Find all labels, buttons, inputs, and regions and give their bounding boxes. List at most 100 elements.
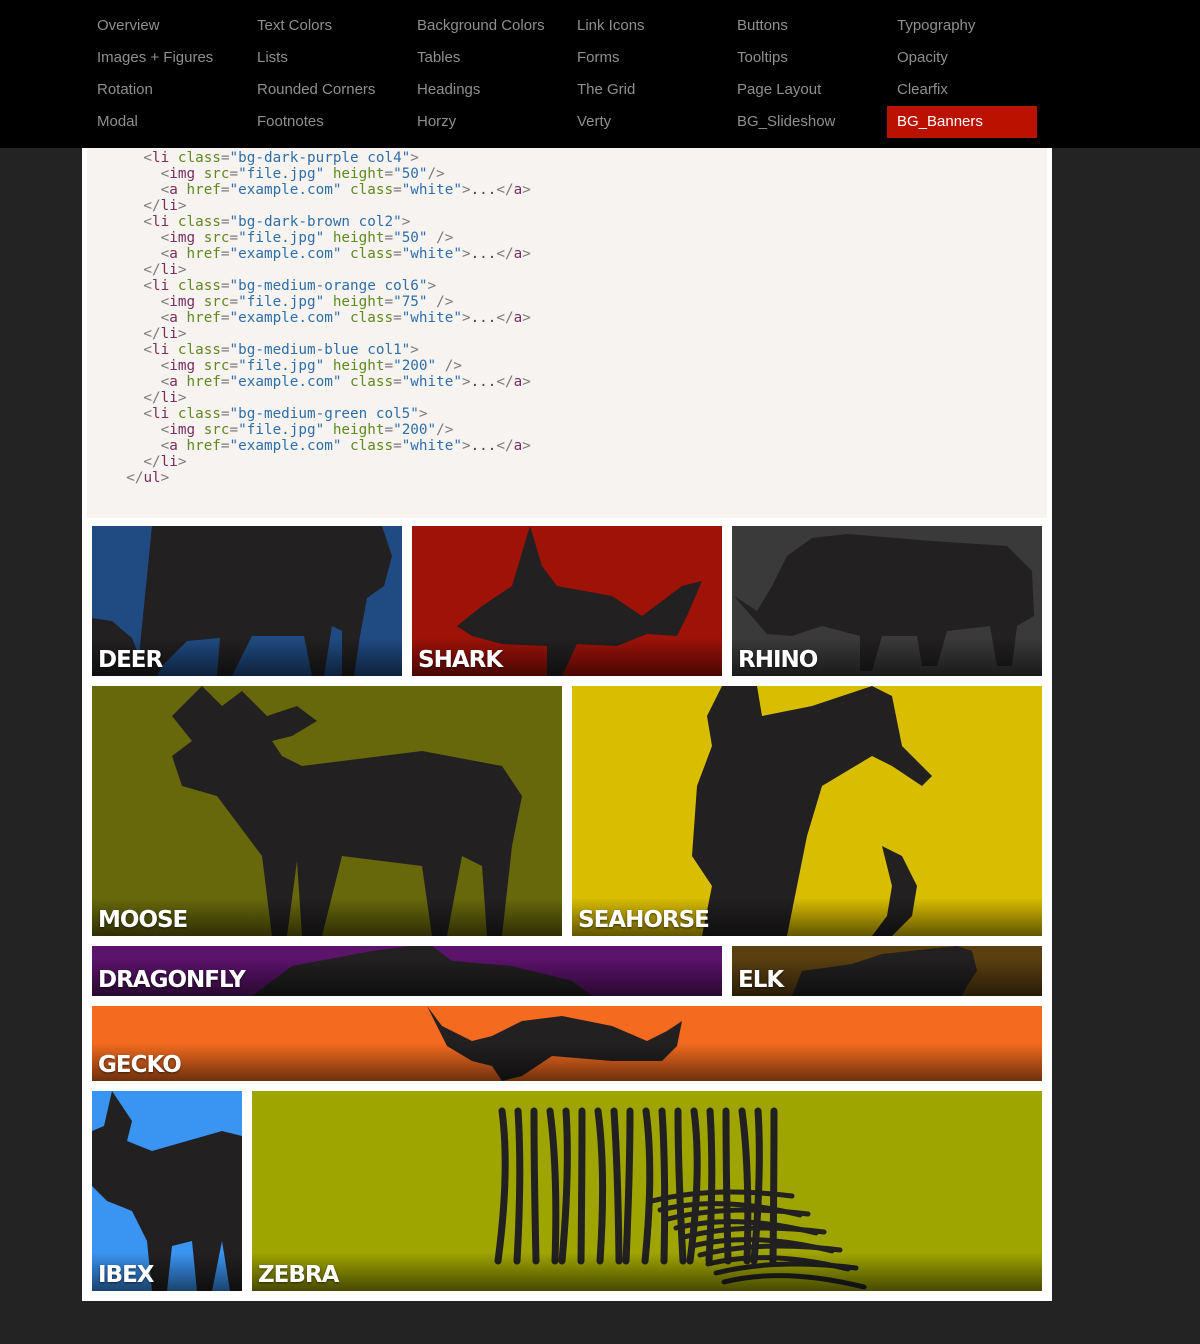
code-token: "file.jpg" — [238, 422, 325, 438]
banner-ibex[interactable]: IBEX — [92, 1091, 242, 1291]
code-token: = — [393, 310, 402, 326]
banner-deer[interactable]: DEER — [92, 526, 402, 676]
code-token: src — [195, 422, 230, 438]
banner-seahorse[interactable]: SEAHORSE — [572, 686, 1042, 936]
code-token: < — [109, 182, 170, 198]
code-token: "50" — [393, 166, 428, 182]
code-token: a — [169, 438, 178, 454]
code-token: /> — [436, 422, 454, 438]
code-token: href — [177, 246, 221, 262]
nav-item-rounded-corners[interactable]: Rounded Corners — [247, 74, 397, 106]
nav-item-clearfix[interactable]: Clearfix — [887, 74, 1037, 106]
code-token: ul — [143, 470, 161, 486]
nav-item-lists[interactable]: Lists — [247, 42, 397, 74]
code-token: </ — [496, 246, 514, 262]
code-token: > — [522, 438, 531, 454]
code-token: "file.jpg" — [238, 358, 325, 374]
zebra-stripe — [658, 1107, 669, 1265]
code-token: = — [384, 422, 394, 438]
code-token: < — [109, 310, 170, 326]
nav-item-bg-slideshow[interactable]: BG_Slideshow — [727, 106, 877, 138]
banner-dragonfly[interactable]: DRAGONFLY — [92, 946, 722, 996]
nav-item-rotation[interactable]: Rotation — [87, 74, 237, 106]
code-token: /> — [427, 230, 454, 246]
code-line: <img src="file.jpg" height="50"/> — [109, 166, 531, 182]
code-token: > — [461, 374, 471, 390]
nav-item-images-figures[interactable]: Images + Figures — [87, 42, 237, 74]
nav-item-overview[interactable]: Overview — [87, 10, 237, 42]
banner-moose[interactable]: MOOSE — [92, 686, 562, 936]
code-token: = — [220, 246, 230, 262]
code-token: </ — [109, 470, 144, 486]
code-token: a — [169, 374, 178, 390]
code-token: src — [195, 166, 230, 182]
code-token: "bg-dark-brown col2" — [229, 214, 402, 230]
banner-zebra[interactable]: ZEBRA — [252, 1091, 1042, 1291]
code-line: </li> — [109, 198, 531, 214]
banner-label: DRAGONFLY — [98, 967, 246, 993]
nav-item-footnotes[interactable]: Footnotes — [247, 106, 397, 138]
nav-item-opacity[interactable]: Opacity — [887, 42, 1037, 74]
code-token: "50" — [393, 230, 428, 246]
nav-item-headings[interactable]: Headings — [407, 74, 557, 106]
nav-item-verty[interactable]: Verty — [567, 106, 717, 138]
banner-rhino[interactable]: RHINO — [732, 526, 1042, 676]
code-line: <img src="file.jpg" height="75" /> — [109, 294, 531, 310]
code-token: class — [341, 438, 394, 454]
code-line: <a href="example.com" class="white">...<… — [109, 182, 531, 198]
code-token: class — [341, 374, 394, 390]
code-token: < — [109, 342, 153, 358]
code-token: "example.com" — [229, 438, 342, 454]
nav-item-modal[interactable]: Modal — [87, 106, 237, 138]
nav-item-horzy[interactable]: Horzy — [407, 106, 557, 138]
code-block: </li> <li class="bg-dark-purple col4"> <… — [109, 148, 531, 486]
code-token: = — [220, 278, 230, 294]
nav-item-typography[interactable]: Typography — [887, 10, 1037, 42]
nav-item-tooltips[interactable]: Tooltips — [727, 42, 877, 74]
code-token: > — [461, 438, 471, 454]
banner-shark[interactable]: SHARK — [412, 526, 722, 676]
banner-label: IBEX — [98, 1262, 155, 1288]
code-token: = — [229, 230, 239, 246]
code-token: src — [195, 230, 230, 246]
nav-item-text-colors[interactable]: Text Colors — [247, 10, 397, 42]
code-token: = — [220, 214, 230, 230]
nav-item-the-grid[interactable]: The Grid — [567, 74, 717, 106]
code-token: "bg-medium-green col5" — [229, 406, 419, 422]
code-line: <a href="example.com" class="white">...<… — [109, 438, 531, 454]
code-token: img — [169, 358, 196, 374]
code-token: /> — [427, 294, 454, 310]
code-token: height — [324, 358, 385, 374]
code-token: "bg-medium-orange col6" — [229, 278, 428, 294]
code-token: = — [220, 182, 230, 198]
code-line: <a href="example.com" class="white">...<… — [109, 310, 531, 326]
code-token: a — [169, 182, 178, 198]
nav-item-background-colors[interactable]: Background Colors — [407, 10, 557, 42]
code-token: src — [195, 294, 230, 310]
code-token: "example.com" — [229, 374, 342, 390]
code-token: </ — [496, 310, 514, 326]
code-token: class — [169, 150, 221, 166]
code-line: </li> — [109, 262, 531, 278]
nav-item-tables[interactable]: Tables — [407, 42, 557, 74]
nav-item-buttons[interactable]: Buttons — [727, 10, 877, 42]
content-panel: </li> <li class="bg-dark-purple col4"> <… — [82, 148, 1052, 1301]
code-token: = — [220, 438, 230, 454]
code-line: <li class="bg-dark-brown col2"> — [109, 214, 531, 230]
nav-item-page-layout[interactable]: Page Layout — [727, 74, 877, 106]
banner-elk[interactable]: ELK — [732, 946, 1042, 996]
code-token: > — [461, 246, 471, 262]
nav-item-link-icons[interactable]: Link Icons — [567, 10, 717, 42]
code-token: = — [384, 230, 394, 246]
banner-gecko[interactable]: GECKO — [92, 1006, 1042, 1081]
code-token: "200" — [393, 422, 437, 438]
code-token: img — [169, 166, 196, 182]
nav-item-forms[interactable]: Forms — [567, 42, 717, 74]
code-token: "200" — [393, 358, 437, 374]
code-token: = — [384, 294, 394, 310]
code-token: > — [461, 310, 471, 326]
code-token: </ — [109, 390, 161, 406]
banner-label: SEAHORSE — [578, 907, 710, 933]
nav-item-bg-banners[interactable]: BG_Banners — [887, 106, 1037, 138]
code-token: > — [418, 406, 428, 422]
